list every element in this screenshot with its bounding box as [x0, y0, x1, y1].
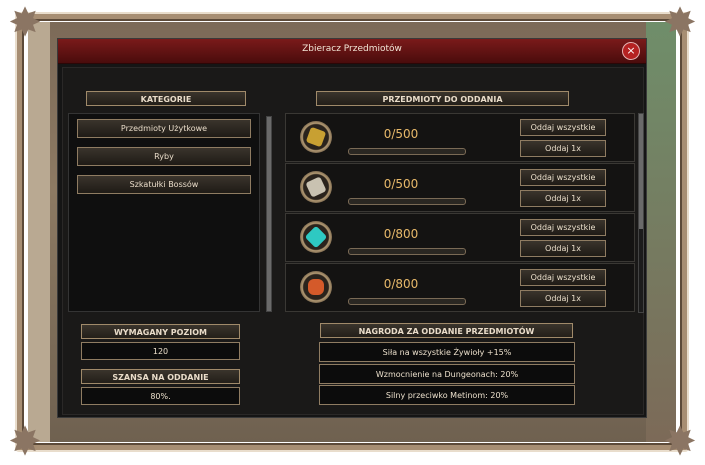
category-boss-chests[interactable]: Szkatułki Bossów — [77, 175, 251, 194]
item-progress-bar — [348, 298, 466, 305]
window-title: Zbieracz Przedmiotów — [302, 44, 402, 54]
item-row: 0/800 Oddaj wszystkie Oddaj 1x — [285, 263, 635, 312]
items-header: PRZEDMIOTY DO ODDANIA — [316, 91, 569, 106]
item-slot[interactable] — [300, 171, 332, 203]
category-useful-items[interactable]: Przedmioty Użytkowe — [77, 119, 251, 138]
required-level-value: 120 — [81, 342, 240, 360]
frame-corner-ornament-icon: ✸ — [663, 419, 697, 465]
give-all-button[interactable]: Oddaj wszystkie — [520, 269, 606, 286]
item-count: 0/500 — [383, 127, 419, 141]
item-progress-bar — [348, 248, 466, 255]
scrollbar-thumb[interactable] — [267, 117, 271, 311]
scrollbar-thumb[interactable] — [639, 114, 643, 229]
reward-line: Siła na wszystkie Żywioły +15% — [319, 342, 575, 362]
give-one-button[interactable]: Oddaj 1x — [520, 140, 606, 157]
scroll-icon — [305, 176, 327, 198]
item-count: 0/500 — [383, 177, 419, 191]
items-scrollbar[interactable] — [638, 113, 644, 313]
frame-corner-ornament-icon: ✸ — [8, 0, 42, 46]
give-one-button[interactable]: Oddaj 1x — [520, 240, 606, 257]
close-button[interactable]: × — [622, 42, 640, 60]
reward-line: Silny przeciwko Metinom: 20% — [319, 385, 575, 405]
frame-corner-ornament-icon: ✸ — [8, 419, 42, 465]
reward-header: NAGRODA ZA ODDANIE PRZEDMIOTÓW — [320, 323, 573, 338]
red-ore-icon — [308, 279, 324, 295]
give-all-button[interactable]: Oddaj wszystkie — [520, 119, 606, 136]
give-one-button[interactable]: Oddaj 1x — [520, 190, 606, 207]
give-one-button[interactable]: Oddaj 1x — [520, 290, 606, 307]
item-row: 0/800 Oddaj wszystkie Oddaj 1x — [285, 213, 635, 262]
close-icon: × — [626, 44, 636, 57]
item-slot[interactable] — [300, 271, 332, 303]
item-progress-bar — [348, 148, 466, 155]
categories-list: Przedmioty Użytkowe Ryby Szkatułki Bossó… — [68, 113, 260, 312]
armor-piece-icon — [305, 126, 327, 148]
item-row: 0/500 Oddaj wszystkie Oddaj 1x — [285, 113, 635, 162]
categories-scrollbar[interactable] — [266, 116, 272, 312]
reward-line: Wzmocnienie na Dungeonach: 20% — [319, 364, 575, 384]
item-slot[interactable] — [300, 221, 332, 253]
item-slot[interactable] — [300, 121, 332, 153]
item-row: 0/500 Oddaj wszystkie Oddaj 1x — [285, 163, 635, 212]
give-all-button[interactable]: Oddaj wszystkie — [520, 169, 606, 186]
frame-corner-ornament-icon: ✸ — [663, 0, 697, 46]
categories-header: KATEGORIE — [86, 91, 246, 106]
title-bar[interactable]: Zbieracz Przedmiotów × — [58, 39, 646, 64]
chance-value: 80%. — [81, 387, 240, 405]
give-all-button[interactable]: Oddaj wszystkie — [520, 219, 606, 236]
category-fish[interactable]: Ryby — [77, 147, 251, 166]
item-progress-bar — [348, 198, 466, 205]
item-count: 0/800 — [383, 277, 419, 291]
item-count: 0/800 — [383, 227, 419, 241]
required-level-header: WYMAGANY POZIOM — [81, 324, 240, 339]
cyan-crystal-icon — [304, 225, 328, 249]
chance-header: SZANSA NA ODDANIE — [81, 369, 240, 384]
